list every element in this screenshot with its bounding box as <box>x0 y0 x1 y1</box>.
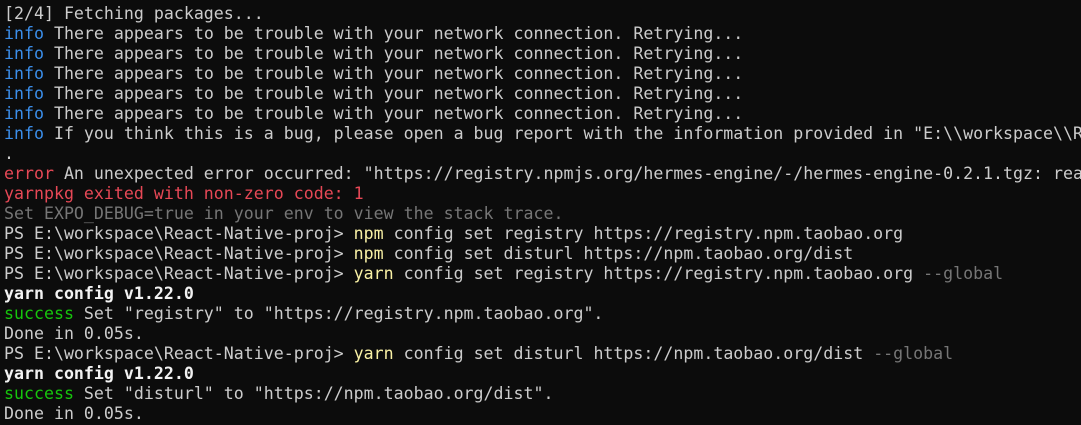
terminal-text-info: info <box>4 44 44 63</box>
terminal-text-default: There appears to be trouble with your ne… <box>43 104 744 123</box>
terminal-text-bold: yarn config v1.22.0 <box>4 284 194 303</box>
terminal-line: info There appears to be trouble with yo… <box>0 64 1081 84</box>
terminal-text-info: info <box>4 124 44 143</box>
terminal-text-default: There appears to be trouble with your ne… <box>43 84 744 103</box>
terminal-text-default: PS E:\workspace\React-Native-proj> <box>4 244 354 263</box>
terminal-text-muted: Set EXPO_DEBUG=true in your env to view … <box>4 204 564 223</box>
terminal-text-muted: --global <box>923 264 1004 283</box>
terminal-text-default: An unexpected error occurred: "https://r… <box>63 164 1081 183</box>
terminal-line: error An unexpected error occurred: "htt… <box>0 164 1081 184</box>
terminal-text-info: info <box>4 104 44 123</box>
terminal-line: info There appears to be trouble with yo… <box>0 24 1081 44</box>
terminal-text-command: npm <box>353 244 384 263</box>
terminal-text-default: PS E:\workspace\React-Native-proj> <box>4 264 354 283</box>
terminal-text-success: success <box>4 384 74 403</box>
terminal-text-default: Done in 0.05s. <box>4 324 144 343</box>
terminal-line: PS E:\workspace\React-Native-proj> npm c… <box>0 244 1081 264</box>
terminal-text-default: [2/4] Fetching packages... <box>4 4 264 23</box>
terminal-text-command: yarn <box>353 264 394 283</box>
terminal-line: Set EXPO_DEBUG=true in your env to view … <box>0 204 1081 224</box>
terminal-line: info There appears to be trouble with yo… <box>0 44 1081 64</box>
terminal-line: yarn config v1.22.0 <box>0 284 1081 304</box>
terminal-text-success: success <box>4 304 74 323</box>
terminal-text-muted: --global <box>873 344 954 363</box>
terminal-line: [2/4] Fetching packages... <box>0 4 1081 24</box>
terminal-text-default: PS E:\workspace\React-Native-proj> <box>4 224 354 243</box>
terminal-line: PS E:\workspace\React-Native-proj> yarn … <box>0 264 1081 284</box>
terminal-text-default: Set "disturl" to "https://npm.taobao.org… <box>73 384 554 403</box>
terminal-line: Done in 0.05s. <box>0 324 1081 344</box>
terminal-line: yarnpkg exited with non-zero code: 1 <box>0 184 1081 204</box>
terminal-line: PS E:\workspace\React-Native-proj> npm c… <box>0 224 1081 244</box>
terminal-text-default: config set disturl https://npm.taobao.or… <box>383 244 854 263</box>
terminal-line: yarn config v1.22.0 <box>0 364 1081 384</box>
terminal-line: . <box>0 144 1081 164</box>
terminal-text-default: If you think this is a bug, please open … <box>53 124 1081 143</box>
terminal-line: info There appears to be trouble with yo… <box>0 84 1081 104</box>
terminal-text-default: config set registry https://registry.npm… <box>383 224 904 243</box>
terminal-text-default: There appears to be trouble with your ne… <box>43 64 744 83</box>
terminal-text-bold: yarn config v1.22.0 <box>4 364 194 383</box>
terminal-line: success Set "registry" to "https://regis… <box>0 304 1081 324</box>
terminal-text-default: Done in 0.05s. <box>4 404 144 423</box>
terminal-text-default: PS E:\workspace\React-Native-proj> <box>4 344 354 363</box>
terminal-text-default: config set disturl https://npm.taobao.or… <box>393 344 874 363</box>
terminal-text-default: . <box>4 144 14 163</box>
terminal-text-default: There appears to be trouble with your ne… <box>43 44 744 63</box>
terminal-line: Done in 0.05s. <box>0 404 1081 424</box>
terminal-text-info: info <box>4 24 44 43</box>
terminal-text-error: error <box>4 164 54 183</box>
terminal-text-command: yarn <box>353 344 394 363</box>
terminal-text-default: Set "registry" to "https://registry.npm.… <box>73 304 604 323</box>
terminal-text-default: config set registry https://registry.npm… <box>393 264 924 283</box>
terminal-text-default: There appears to be trouble with your ne… <box>43 24 744 43</box>
terminal-line: success Set "disturl" to "https://npm.ta… <box>0 384 1081 404</box>
terminal-window[interactable]: [2/4] Fetching packages... info There app… <box>0 0 1081 425</box>
terminal-text-info: info <box>4 64 44 83</box>
terminal-text-info: info <box>4 84 44 103</box>
terminal-text-error: yarnpkg exited with non-zero code: 1 <box>4 184 364 203</box>
terminal-text-command: npm <box>353 224 384 243</box>
terminal-line: info There appears to be trouble with yo… <box>0 104 1081 124</box>
terminal-line: PS E:\workspace\React-Native-proj> yarn … <box>0 344 1081 364</box>
terminal-line: info If you think this is a bug, please … <box>0 124 1081 144</box>
